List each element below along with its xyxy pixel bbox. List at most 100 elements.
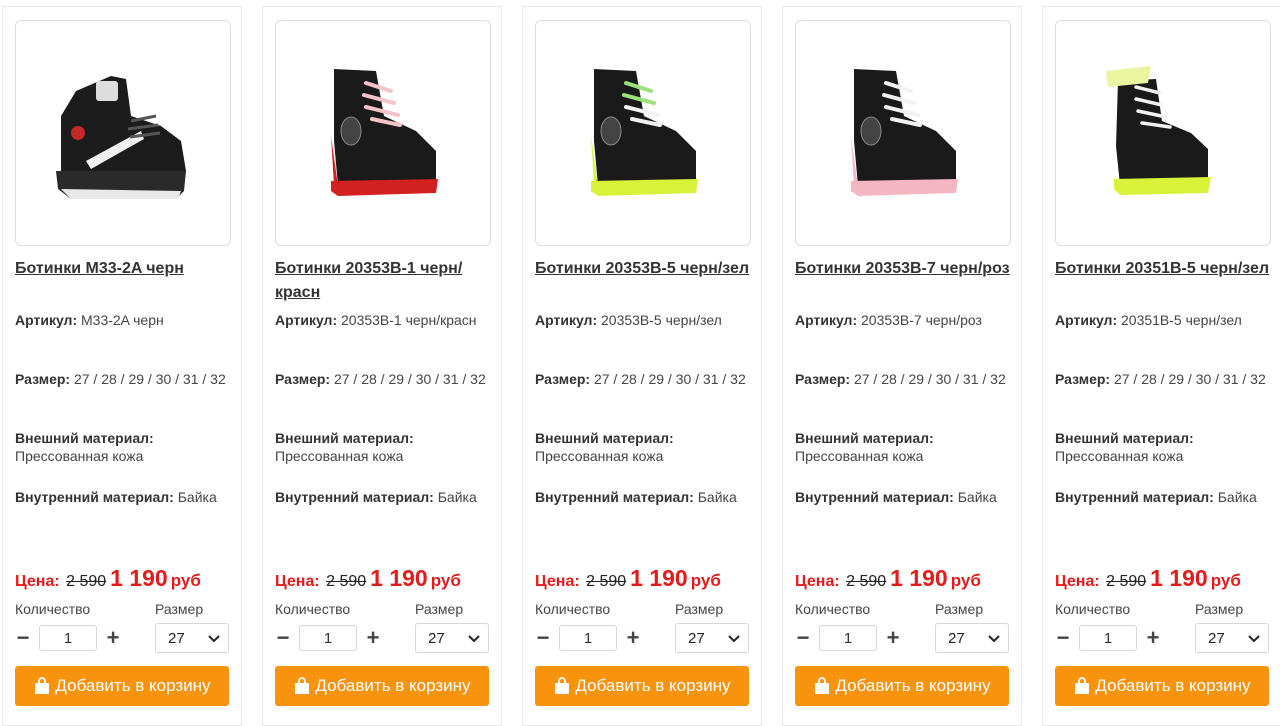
size-select[interactable]: 27 bbox=[675, 623, 749, 653]
quantity-input[interactable] bbox=[819, 625, 877, 651]
shopping-bag-icon bbox=[295, 677, 310, 694]
product-card: Ботинки M33-2A черн Артикул: M33-2A черн… bbox=[2, 6, 242, 726]
quantity-label: Количество bbox=[15, 601, 91, 617]
quantity-label: Количество bbox=[275, 601, 351, 617]
price-block: Цена: 2 590 1 190 руб bbox=[535, 565, 721, 592]
currency: руб bbox=[170, 571, 201, 590]
minus-icon[interactable]: − bbox=[1053, 623, 1073, 653]
quantity-input[interactable] bbox=[559, 625, 617, 651]
product-article: Артикул: 20353B-1 черн/красн bbox=[275, 311, 497, 329]
shopping-bag-icon bbox=[1075, 677, 1090, 694]
quantity-input[interactable] bbox=[39, 625, 97, 651]
product-inner-material: Внутренний материал: Байка bbox=[275, 488, 497, 506]
quantity-input[interactable] bbox=[299, 625, 357, 651]
chevron-down-icon bbox=[988, 635, 1000, 643]
boot-sneaker-image bbox=[56, 76, 186, 199]
price-block: Цена: 2 590 1 190 руб bbox=[795, 565, 981, 592]
product-inner-material: Внутренний материал: Байка bbox=[1055, 488, 1277, 506]
product-sizes: Размер: 27 / 28 / 29 / 30 / 31 / 32 bbox=[15, 370, 237, 388]
product-sizes: Размер: 27 / 28 / 29 / 30 / 31 / 32 bbox=[1055, 370, 1277, 388]
size-label: Размер: bbox=[795, 371, 851, 387]
price-label: Цена: bbox=[1055, 573, 1100, 590]
price-block: Цена: 2 590 1 190 руб bbox=[275, 565, 461, 592]
old-price: 2 590 bbox=[66, 573, 107, 590]
size-select[interactable]: 27 bbox=[155, 623, 229, 653]
minus-icon[interactable]: − bbox=[13, 623, 33, 653]
add-to-cart-button[interactable]: Добавить в корзину bbox=[1055, 666, 1269, 706]
product-title[interactable]: Ботинки 20353B-1 черн/красн bbox=[275, 257, 497, 305]
quantity-input[interactable] bbox=[1079, 625, 1137, 651]
inner-material-value: Байка bbox=[1217, 489, 1257, 505]
sizes-value: 27 / 28 / 29 / 30 / 31 / 32 bbox=[1113, 371, 1266, 387]
add-to-cart-label: Добавить в корзину bbox=[55, 676, 211, 695]
quantity-label: Количество bbox=[535, 601, 611, 617]
selected-size: 27 bbox=[948, 629, 965, 647]
size-label: Размер: bbox=[275, 371, 331, 387]
selected-size: 27 bbox=[428, 629, 445, 647]
product-title[interactable]: Ботинки 20353B-7 черн/роз bbox=[795, 257, 1017, 281]
product-image[interactable] bbox=[535, 20, 751, 246]
size-select[interactable]: 27 bbox=[415, 623, 489, 653]
price-block: Цена: 2 590 1 190 руб bbox=[15, 565, 201, 592]
minus-icon[interactable]: − bbox=[533, 623, 553, 653]
minus-icon[interactable]: − bbox=[273, 623, 293, 653]
plus-icon[interactable]: + bbox=[103, 623, 123, 653]
quantity-stepper: − + bbox=[273, 623, 383, 653]
size-select-label: Размер bbox=[935, 601, 984, 617]
product-outer-material: Внешний материал: Прессованная кожа bbox=[535, 429, 757, 465]
product-card: Ботинки 20353B-5 черн/зел Артикул: 20353… bbox=[522, 6, 762, 726]
outer-material-label: Внешний материал: bbox=[795, 430, 934, 446]
add-to-cart-button[interactable]: Добавить в корзину bbox=[535, 666, 749, 706]
inner-material-value: Байка bbox=[957, 489, 997, 505]
product-image[interactable] bbox=[795, 20, 1011, 246]
product-sizes: Размер: 27 / 28 / 29 / 30 / 31 / 32 bbox=[535, 370, 757, 388]
product-image[interactable] bbox=[1055, 20, 1271, 246]
plus-icon[interactable]: + bbox=[1143, 623, 1163, 653]
product-title[interactable]: Ботинки 20353B-5 черн/зел bbox=[535, 257, 757, 281]
product-title[interactable]: Ботинки M33-2A черн bbox=[15, 257, 237, 281]
boot-image bbox=[1106, 66, 1211, 195]
outer-material-label: Внешний материал: bbox=[1055, 430, 1194, 446]
add-to-cart-label: Добавить в корзину bbox=[575, 676, 731, 695]
product-title[interactable]: Ботинки 20351B-5 черн/зел bbox=[1055, 257, 1277, 281]
selected-size: 27 bbox=[688, 629, 705, 647]
size-label: Размер: bbox=[15, 371, 71, 387]
product-image[interactable] bbox=[15, 20, 231, 246]
sizes-value: 27 / 28 / 29 / 30 / 31 / 32 bbox=[853, 371, 1006, 387]
inner-material-label: Внутренний материал: bbox=[15, 489, 174, 505]
product-image[interactable] bbox=[275, 20, 491, 246]
shopping-bag-icon bbox=[815, 677, 830, 694]
new-price: 1 190 bbox=[630, 565, 688, 591]
size-select[interactable]: 27 bbox=[935, 623, 1009, 653]
price-label: Цена: bbox=[15, 573, 60, 590]
inner-material-value: Байка bbox=[177, 489, 217, 505]
size-select-label: Размер bbox=[415, 601, 464, 617]
article-label: Артикул: bbox=[15, 312, 78, 328]
sizes-value: 27 / 28 / 29 / 30 / 31 / 32 bbox=[73, 371, 226, 387]
new-price: 1 190 bbox=[370, 565, 428, 591]
quantity-label: Количество bbox=[1055, 601, 1131, 617]
add-to-cart-button[interactable]: Добавить в корзину bbox=[275, 666, 489, 706]
size-select-label: Размер bbox=[675, 601, 724, 617]
article-value: M33-2A черн bbox=[81, 312, 164, 328]
add-to-cart-button[interactable]: Добавить в корзину bbox=[15, 666, 229, 706]
currency: руб bbox=[690, 571, 721, 590]
size-select[interactable]: 27 bbox=[1195, 623, 1269, 653]
outer-material-label: Внешний материал: bbox=[15, 430, 154, 446]
outer-material-value: Прессованная кожа bbox=[275, 448, 404, 464]
plus-icon[interactable]: + bbox=[883, 623, 903, 653]
quantity-stepper: − + bbox=[13, 623, 123, 653]
price-label: Цена: bbox=[535, 573, 580, 590]
quantity-label: Количество bbox=[795, 601, 871, 617]
inner-material-value: Байка bbox=[437, 489, 477, 505]
add-to-cart-button[interactable]: Добавить в корзину bbox=[795, 666, 1009, 706]
chevron-down-icon bbox=[468, 635, 480, 643]
old-price: 2 590 bbox=[1106, 573, 1147, 590]
plus-icon[interactable]: + bbox=[623, 623, 643, 653]
old-price: 2 590 bbox=[846, 573, 887, 590]
outer-material-value: Прессованная кожа bbox=[15, 448, 144, 464]
minus-icon[interactable]: − bbox=[793, 623, 813, 653]
chevron-down-icon bbox=[1248, 635, 1260, 643]
plus-icon[interactable]: + bbox=[363, 623, 383, 653]
article-label: Артикул: bbox=[1055, 312, 1118, 328]
